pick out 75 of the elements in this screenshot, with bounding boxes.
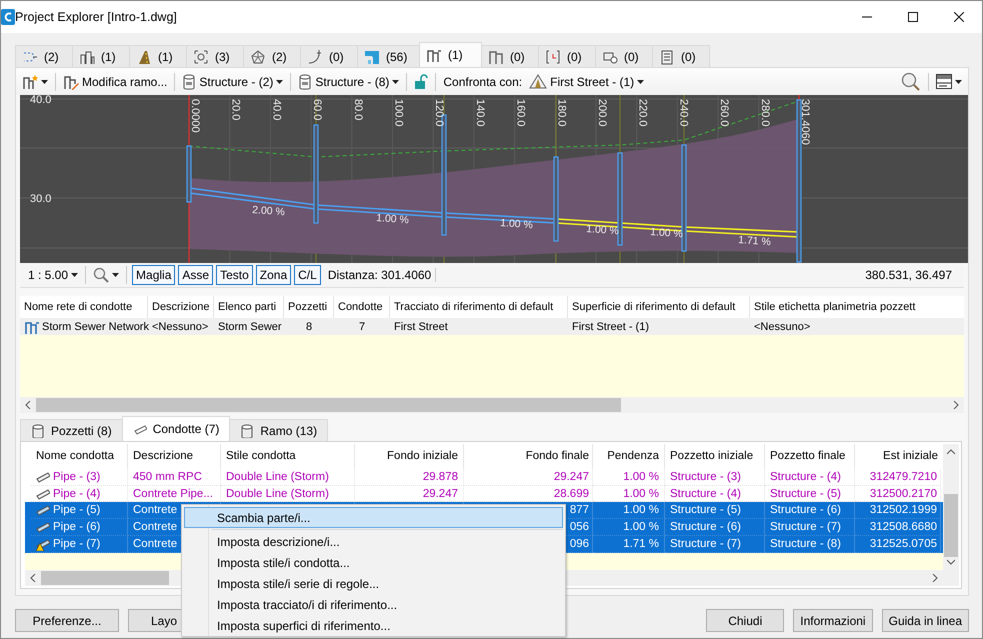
table-cell: Structure - (5): [670, 504, 741, 516]
table-cell: 1.71 %: [623, 538, 659, 550]
station-label: 301.4060: [799, 99, 811, 145]
table-cell: 28.699: [554, 488, 589, 500]
station-label: 200.0: [596, 99, 608, 127]
station-label: 100.0: [392, 99, 404, 127]
station-label: 0.0000: [189, 99, 201, 133]
station-label: 260.0: [718, 99, 730, 127]
station-label: 160.0: [514, 99, 527, 127]
table-cell: 312525.0705: [870, 538, 937, 550]
grade-label: 1.71 %: [738, 234, 772, 248]
table-cell: Structure - (5): [770, 488, 841, 500]
table-cell: 877: [570, 504, 589, 516]
table-cell: Contrete: [133, 504, 178, 516]
table-cell: 29.247: [554, 470, 589, 483]
station-label: 140.0: [474, 99, 486, 127]
table-cell: 312508.6680: [870, 521, 937, 534]
table-cell: First Street - (1): [572, 320, 650, 332]
table-cell: 312502.1999: [870, 504, 937, 516]
compare-label: Confronta con:: [442, 74, 524, 88]
station-label: 20.0: [230, 99, 242, 120]
table-cell: Pipe - (4): [53, 488, 100, 500]
grade-label: 2.00 %: [252, 204, 286, 218]
table-cell: 312479.7210: [870, 470, 937, 483]
window-title: Project Explorer [Intro-1.dwg]: [15, 10, 178, 24]
station-label: 40.0: [270, 99, 282, 120]
table-cell: 1.00 %: [623, 488, 659, 500]
table-cell: Structure - (4): [770, 470, 841, 483]
table-cell: <Nessuno>: [152, 320, 208, 332]
table-cell: Contrete: [133, 538, 178, 550]
table-cell: Structure - (4): [670, 488, 741, 500]
table-cell: Storm Sewer: [218, 320, 282, 332]
table-cell: 1.00 %: [623, 504, 659, 516]
table-cell: Double Line (Storm): [226, 488, 329, 500]
table-cell: Structure - (7): [670, 538, 741, 550]
table-cell: Contrete: [133, 521, 178, 534]
table-cell: Storm Sewer Network: [42, 320, 149, 332]
table-cell: Structure - (6): [770, 504, 841, 516]
table-cell: Double Line (Storm): [226, 470, 329, 483]
grade-label: 1.00 %: [586, 223, 620, 238]
station-label: 280.0: [758, 99, 771, 127]
elevation-label: 30.0: [30, 193, 52, 205]
table-cell: 8: [306, 320, 312, 332]
station-label: 60.0: [311, 99, 324, 120]
table-cell: 29.247: [422, 488, 458, 500]
table-cell: 312500.2170: [870, 488, 937, 500]
table-cell: 29.878: [422, 470, 458, 483]
table-cell: 450 mm RPC: [133, 470, 202, 483]
table-cell: Pipe - (7): [53, 538, 100, 550]
table-cell: 096: [570, 538, 589, 550]
station-label: 220.0: [636, 99, 649, 127]
grade-label: 1.00 %: [500, 217, 534, 232]
table-cell: Structure - (3): [670, 470, 741, 483]
station-label: 120.0: [433, 99, 446, 127]
table-cell: Pipe - (5): [53, 504, 100, 516]
grade-label: 1.00 %: [376, 212, 410, 226]
distance-text: Distanza: 301.4060: [324, 268, 436, 282]
grade-label: 1.00 %: [650, 226, 684, 240]
table-cell: 7: [358, 320, 366, 332]
elevation-label: 40.0: [30, 95, 52, 106]
table-cell: Structure - (6): [670, 521, 741, 534]
table-cell: Pipe - (6): [53, 521, 100, 534]
table-cell: Structure - (7): [770, 521, 841, 534]
station-label: 240.0: [677, 99, 690, 127]
table-cell: <Nessuno>: [754, 320, 810, 332]
table-cell: 1.00 %: [623, 470, 659, 483]
table-cell: Pipe - (3): [53, 470, 100, 483]
table-cell: Structure - (8): [770, 538, 841, 550]
table-cell: 1.00 %: [623, 521, 659, 534]
coordinates-text: 380.531, 36.497: [865, 268, 953, 282]
table-cell: Contrete Pipe...: [133, 488, 213, 500]
table-cell: 056: [570, 521, 589, 534]
station-label: 180.0: [555, 99, 568, 127]
table-cell: First Street: [394, 320, 448, 332]
station-label: 80.0: [352, 99, 364, 120]
